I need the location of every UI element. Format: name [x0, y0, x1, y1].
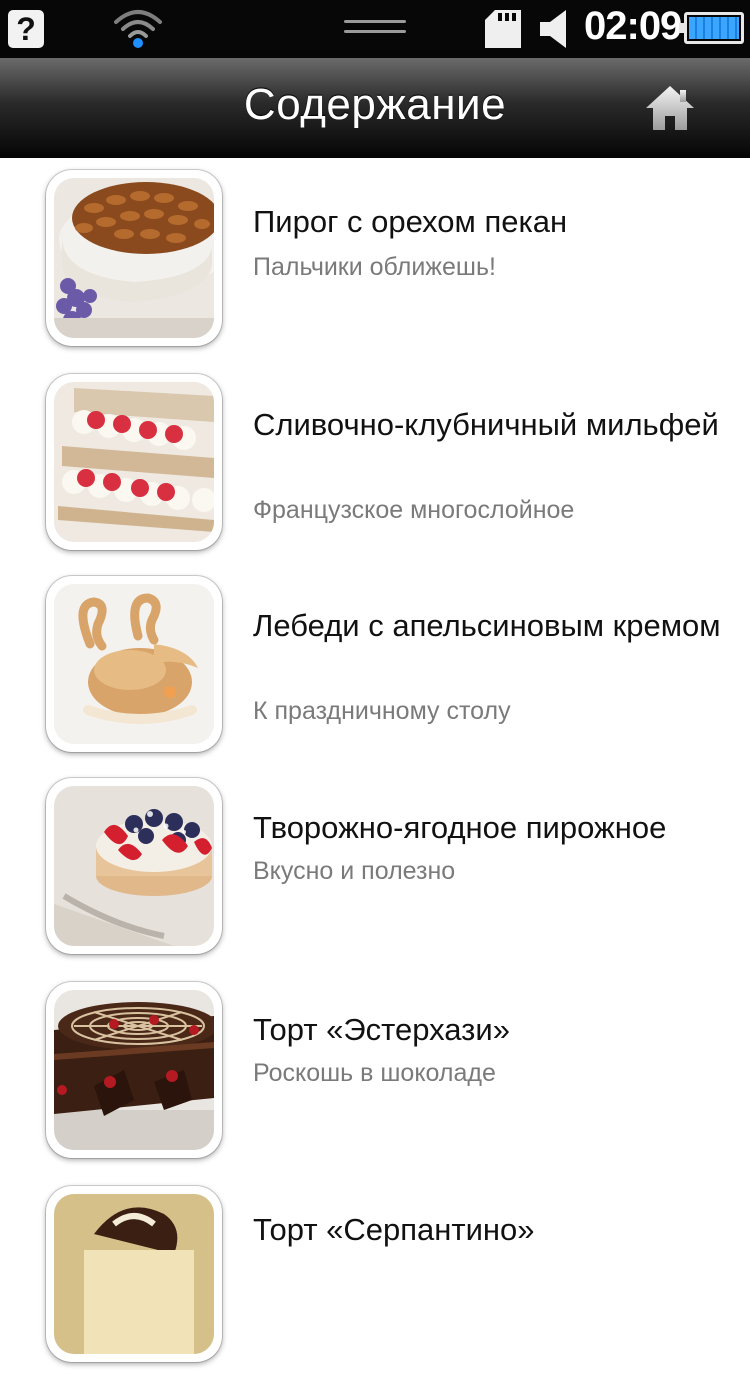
wifi-icon [114, 10, 162, 48]
recipe-thumbnail [46, 374, 222, 550]
recipe-subtitle: Вкусно и полезно [253, 857, 456, 885]
drag-handle-icon[interactable] [344, 20, 406, 40]
recipe-thumbnail [46, 982, 222, 1158]
status-bar: ? 02:09 [0, 0, 750, 58]
recipe-subtitle: К праздничному столу [253, 697, 511, 725]
list-item[interactable]: Сливочно-клубничный мильфей Французское … [0, 362, 750, 562]
list-item[interactable]: Пирог с орехом пекан Пальчики оближешь! [0, 158, 750, 358]
recipe-title: Торт «Эстерхази» [253, 1012, 510, 1047]
recipe-subtitle: Пальчики оближешь! [253, 253, 496, 281]
recipe-subtitle: Французское многослойное [253, 496, 575, 524]
recipe-title: Лебеди с апельсиновым кремом [253, 608, 721, 643]
list-item[interactable]: Лебеди с апельсиновым кремом К праздничн… [0, 564, 750, 764]
page-title: Содержание [243, 80, 507, 129]
help-icon[interactable]: ? [8, 10, 44, 48]
recipe-title: Пирог с орехом пекан [253, 204, 568, 239]
battery-icon [679, 12, 744, 44]
recipe-title: Сливочно-клубничный мильфей [253, 407, 719, 442]
recipe-thumbnail [46, 576, 222, 752]
sd-card-icon [485, 10, 521, 48]
recipe-thumbnail [46, 1186, 222, 1362]
recipe-thumbnail [46, 170, 222, 346]
home-icon[interactable] [640, 78, 700, 138]
recipe-subtitle: Роскошь в шоколаде [253, 1059, 496, 1087]
recipe-thumbnail [46, 778, 222, 954]
list-item[interactable]: Торт «Серпантино» [0, 1174, 750, 1374]
volume-icon[interactable] [538, 10, 572, 48]
recipe-title: Торт «Серпантино» [253, 1212, 535, 1247]
list-item[interactable]: Творожно-ягодное пирожное Вкусно и полез… [0, 766, 750, 966]
title-bar: Содержание [0, 58, 750, 158]
recipe-title: Творожно-ягодное пирожное [253, 810, 667, 845]
list-item[interactable]: Торт «Эстерхази» Роскошь в шоколаде [0, 970, 750, 1170]
clock: 02:09 [584, 4, 682, 48]
